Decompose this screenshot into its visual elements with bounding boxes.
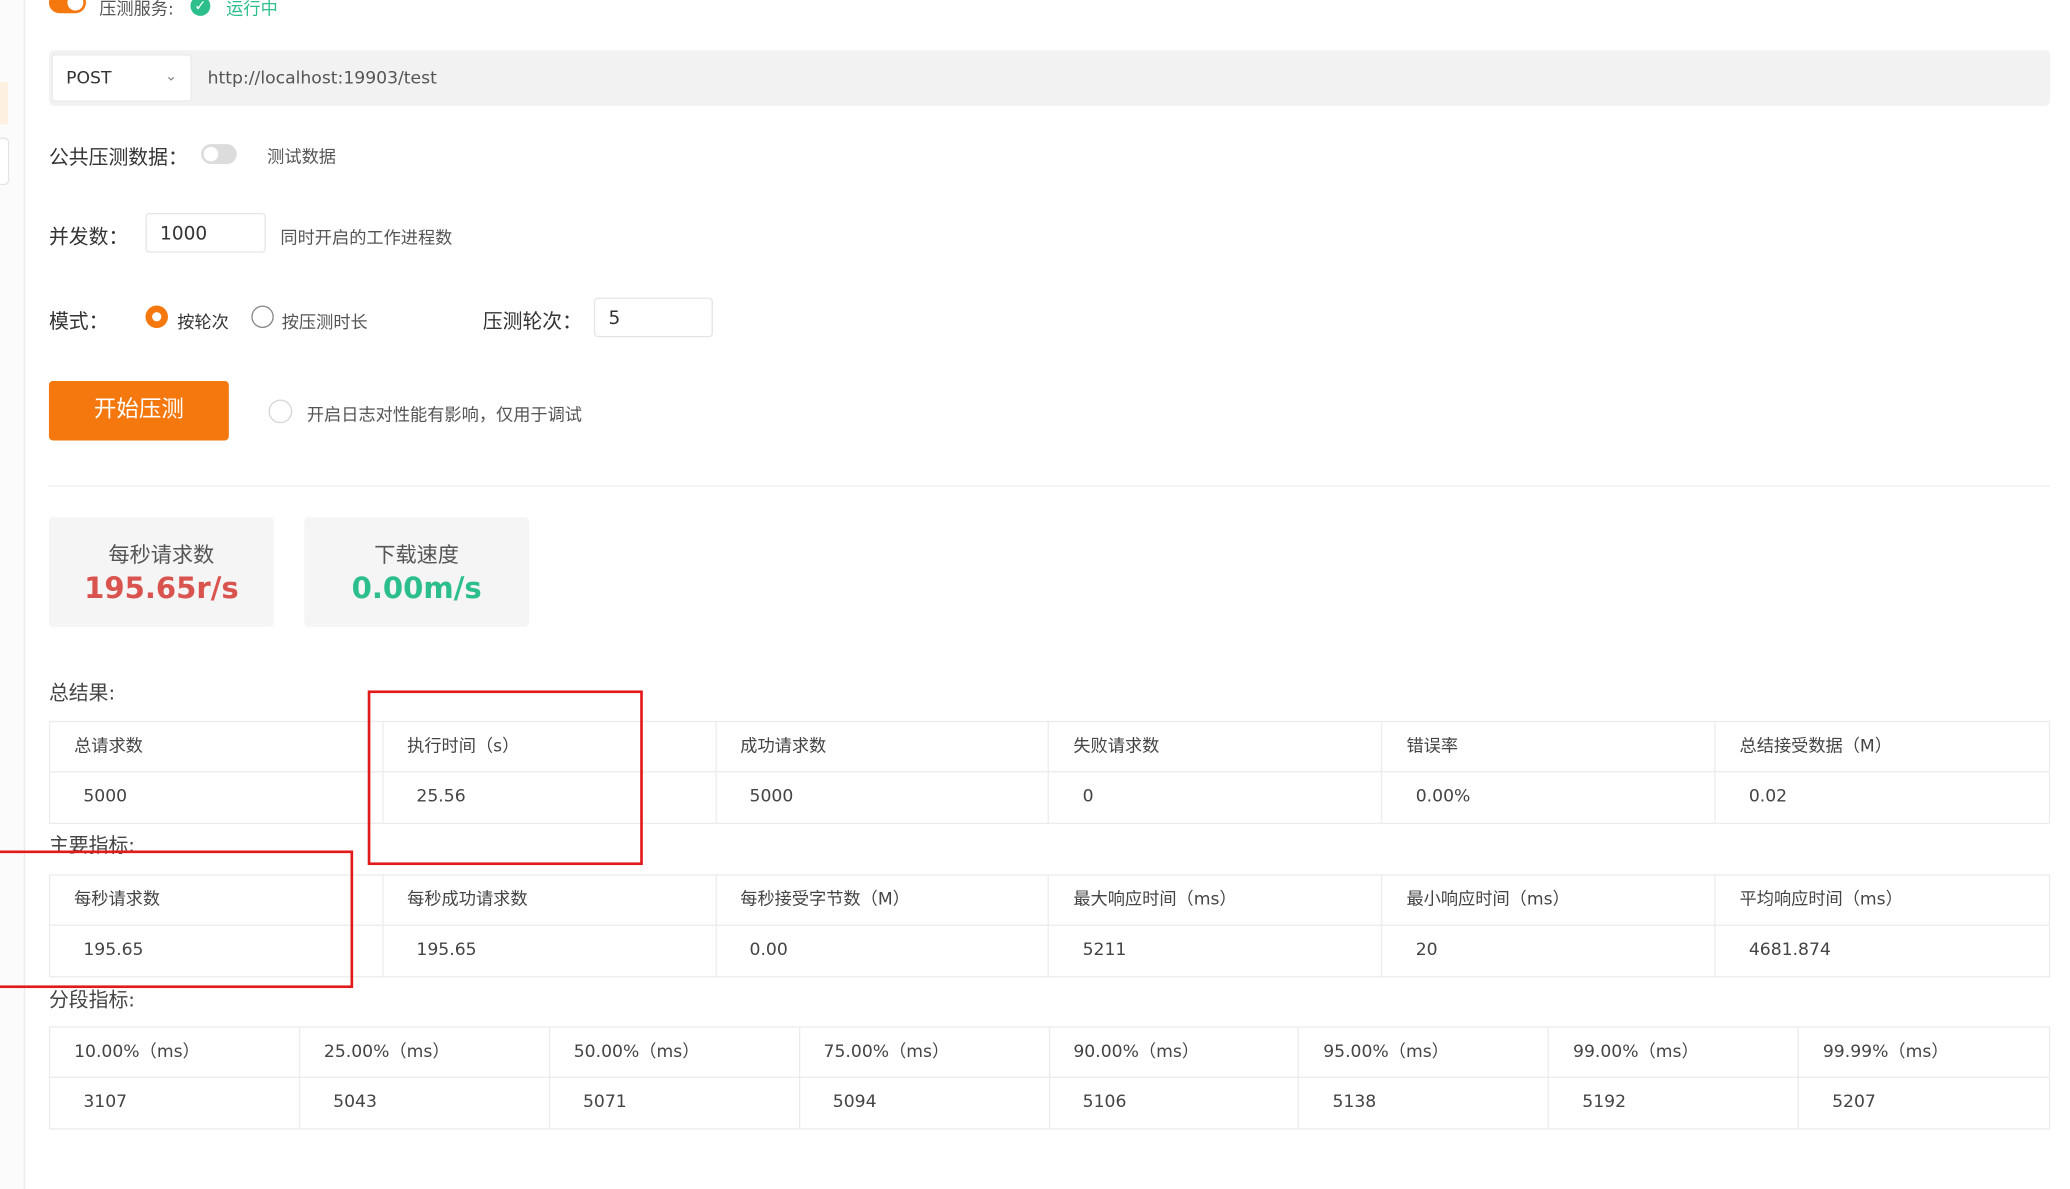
table-cell: 5138 — [1299, 1078, 1550, 1129]
service-label: 压测服务: — [99, 0, 174, 20]
app-stage: 压测服务: ✓ 运行中 POST ⌄ http://localhost:1990… — [0, 0, 2070, 1189]
table-header-cell: 最大响应时间（ms） — [1049, 875, 1383, 926]
table-header-cell: 成功请求数 — [716, 722, 1050, 773]
table-cell: 5094 — [800, 1078, 1050, 1129]
table-header-cell: 95.00%（ms） — [1299, 1027, 1550, 1079]
table-header-cell: 总请求数 — [50, 722, 384, 773]
rounds-label: 压测轮次： — [482, 309, 583, 334]
method-select[interactable]: POST ⌄ — [51, 54, 192, 102]
concurrency-label: 并发数： — [48, 224, 129, 249]
divider — [48, 485, 2051, 487]
table-cell: 3107 — [50, 1078, 301, 1129]
table-header-cell: 平均响应时间（ms） — [1715, 876, 2049, 926]
table-header-cell: 每秒成功请求数 — [383, 875, 717, 926]
radio-by-rounds[interactable] — [145, 305, 168, 329]
mode-label: 模式： — [48, 309, 109, 334]
table-cell: 0 — [1050, 772, 1383, 823]
url-input[interactable]: http://localhost:19903/test — [208, 69, 437, 89]
percentiles-label: 分段指标: — [48, 988, 135, 1012]
service-status: 运行中 — [226, 0, 278, 20]
stat-value: 0.00m/s — [351, 572, 482, 606]
table-header-cell: 50.00%（ms） — [549, 1027, 800, 1079]
table-header-cell: 最小响应时间（ms） — [1382, 875, 1716, 926]
sidebar-collapse-tab[interactable] — [0, 137, 10, 186]
table-cell: 5000 — [50, 772, 384, 823]
table-header-cell: 失败请求数 — [1049, 722, 1383, 773]
table-header-cell: 每秒接受字节数（M） — [716, 875, 1050, 926]
public-data-toggle[interactable] — [201, 144, 237, 165]
table-header-cell: 75.00%（ms） — [799, 1027, 1050, 1079]
concurrency-hint: 同时开启的工作进程数 — [280, 228, 453, 249]
table-header-cell: 10.00%（ms） — [50, 1027, 301, 1079]
concurrency-input[interactable]: 1000 — [145, 212, 266, 253]
public-data-hint[interactable]: 测试数据 — [267, 143, 336, 168]
table-cell: 20 — [1383, 925, 1716, 977]
table-cell: 5071 — [550, 1078, 800, 1129]
radio-by-rounds-label[interactable]: 按轮次 — [177, 308, 229, 333]
public-data-label: 公共压测数据： — [48, 145, 188, 170]
table-cell: 0.00% — [1383, 772, 1716, 823]
table-cell: 5192 — [1549, 1078, 1800, 1129]
table-cell: 5043 — [300, 1078, 550, 1129]
summary-table: 总请求数 执行时间（s） 成功请求数 失败请求数 错误率 总结接受数据（M） 5… — [48, 720, 2051, 825]
log-hint: 开启日志对性能有影响，仅用于调试 — [306, 406, 583, 426]
table-header-cell: 总结接受数据（M） — [1715, 722, 2049, 773]
table-cell: 0.00 — [716, 925, 1050, 977]
radio-by-duration-label[interactable]: 按压测时长 — [282, 308, 368, 333]
highlight-box-rps — [0, 850, 354, 989]
rounds-input[interactable]: 5 — [593, 297, 713, 338]
stat-value: 195.65r/s — [84, 572, 239, 606]
check-circle-icon: ✓ — [190, 0, 211, 16]
table-cell: 5207 — [1832, 1092, 1876, 1113]
service-toggle[interactable] — [48, 0, 86, 14]
table-cell: 4681.874 — [1748, 940, 1831, 961]
summary-label: 总结果: — [48, 681, 116, 705]
sidebar-active-item[interactable] — [0, 82, 8, 125]
table-cell: 0.02 — [1748, 787, 1788, 807]
radio-by-duration[interactable] — [251, 305, 274, 329]
start-test-button[interactable]: 开始压测 — [48, 380, 229, 441]
highlight-box-exec-time — [367, 690, 643, 866]
stat-card-rps: 每秒请求数 195.65r/s — [48, 517, 274, 627]
method-value: POST — [66, 68, 112, 89]
stat-title: 下载速度 — [374, 542, 459, 568]
table-header-cell: 90.00%（ms） — [1049, 1027, 1300, 1079]
percentiles-table: 10.00%（ms） 25.00%（ms） 50.00%（ms） 75.00%（… — [48, 1026, 2051, 1130]
log-toggle-radio[interactable] — [268, 399, 293, 424]
table-header-cell: 99.99%（ms） — [1799, 1028, 2049, 1079]
table-header-cell: 25.00%（ms） — [300, 1027, 550, 1079]
chevron-down-icon: ⌄ — [165, 67, 178, 85]
stat-title: 每秒请求数 — [108, 542, 215, 568]
stat-card-download: 下载速度 0.00m/s — [304, 517, 530, 627]
table-cell: 5211 — [1050, 925, 1383, 977]
table-cell: 195.65 — [383, 925, 717, 977]
table-cell: 5000 — [716, 772, 1050, 823]
table-header-cell: 错误率 — [1382, 722, 1716, 773]
table-header-cell: 99.00%（ms） — [1549, 1027, 1800, 1079]
table-cell: 5106 — [1050, 1078, 1300, 1129]
